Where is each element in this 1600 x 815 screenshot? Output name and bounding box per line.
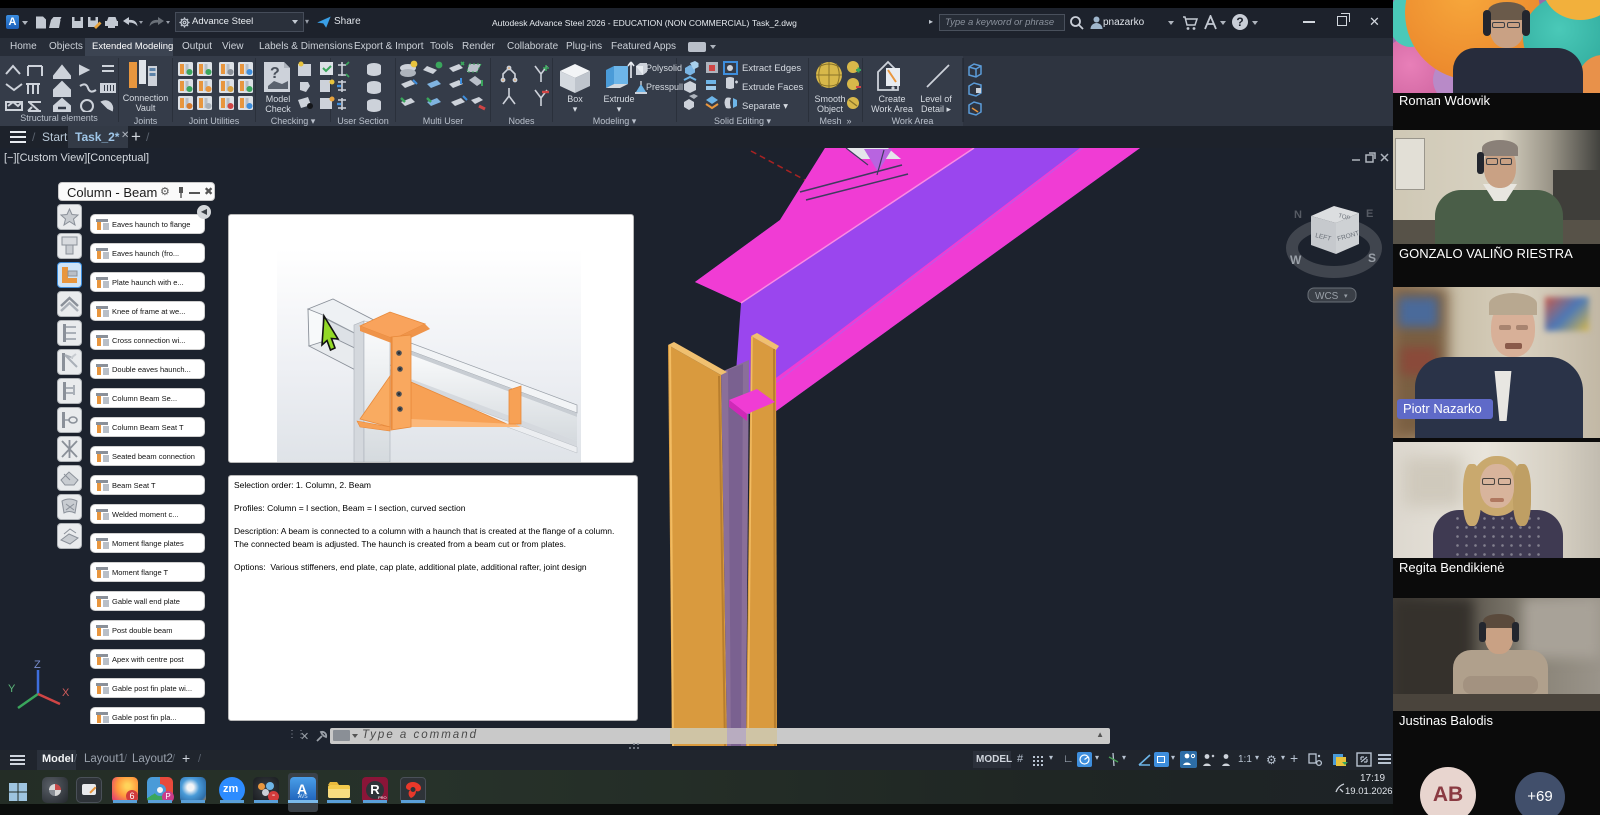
svg-text:▾: ▾ <box>1344 293 1348 300</box>
svg-text:WCS: WCS <box>1315 291 1339 302</box>
svg-text:?: ? <box>270 65 280 82</box>
svg-text:Y: Y <box>8 683 16 695</box>
svg-text:X: X <box>62 687 70 699</box>
svg-text:W: W <box>1290 253 1302 267</box>
svg-text:Z: Z <box>34 659 41 671</box>
svg-text:N: N <box>1294 209 1302 221</box>
svg-text:E: E <box>1366 208 1373 220</box>
svg-text:S: S <box>1368 251 1376 265</box>
